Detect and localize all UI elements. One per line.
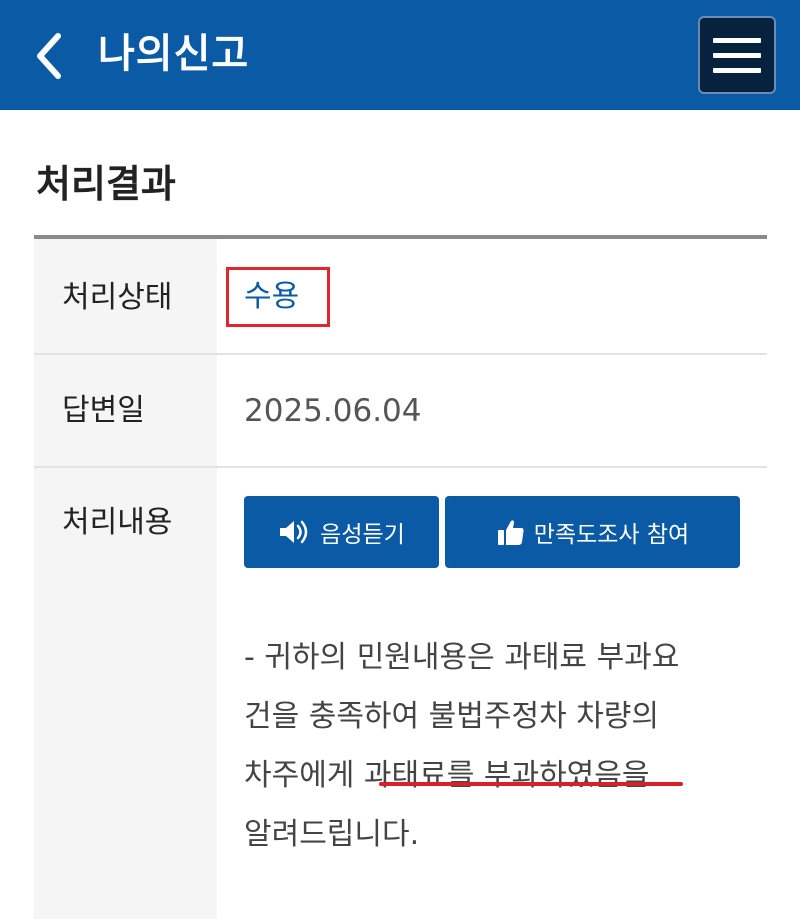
section-title: 처리결과 [36, 162, 176, 206]
status-label: 처리상태 [62, 280, 173, 315]
status-value: 수용 [244, 279, 300, 314]
label-column [34, 239, 217, 919]
red-underline-annotation [379, 782, 683, 786]
listen-voice-label: 음성듣기 [320, 522, 405, 548]
speaker-icon [280, 520, 308, 544]
content-text-line: 차주에게 과태료를 부과하였음을 [244, 758, 650, 793]
answer-date-value: 2025.06.04 [244, 393, 422, 429]
app-header: 나의신고 [0, 0, 800, 110]
row-divider [34, 353, 767, 355]
answer-date-label: 답변일 [62, 393, 145, 428]
listen-voice-button[interactable]: 음성듣기 [244, 496, 439, 568]
thumbs-up-icon [497, 520, 524, 545]
menu-button[interactable] [698, 16, 776, 94]
content-text-line: 건을 충족하여 불법주정차 차량의 [244, 699, 660, 734]
content-text-line: - 귀하의 민원내용은 과태료 부과요 [244, 640, 680, 675]
content-label: 처리내용 [62, 505, 173, 540]
page-title: 나의신고 [98, 31, 250, 77]
satisfaction-survey-label: 만족도조사 참여 [533, 522, 690, 548]
row-divider [34, 466, 767, 468]
satisfaction-survey-button[interactable]: 만족도조사 참여 [445, 496, 740, 568]
chevron-left-icon [37, 33, 61, 79]
back-button[interactable] [30, 28, 72, 84]
content-text-line: 알려드립니다. [244, 817, 420, 852]
content-text: - 귀하의 민원내용은 과태료 부과요 건을 충족하여 불법주정차 차량의 차주… [244, 628, 764, 864]
